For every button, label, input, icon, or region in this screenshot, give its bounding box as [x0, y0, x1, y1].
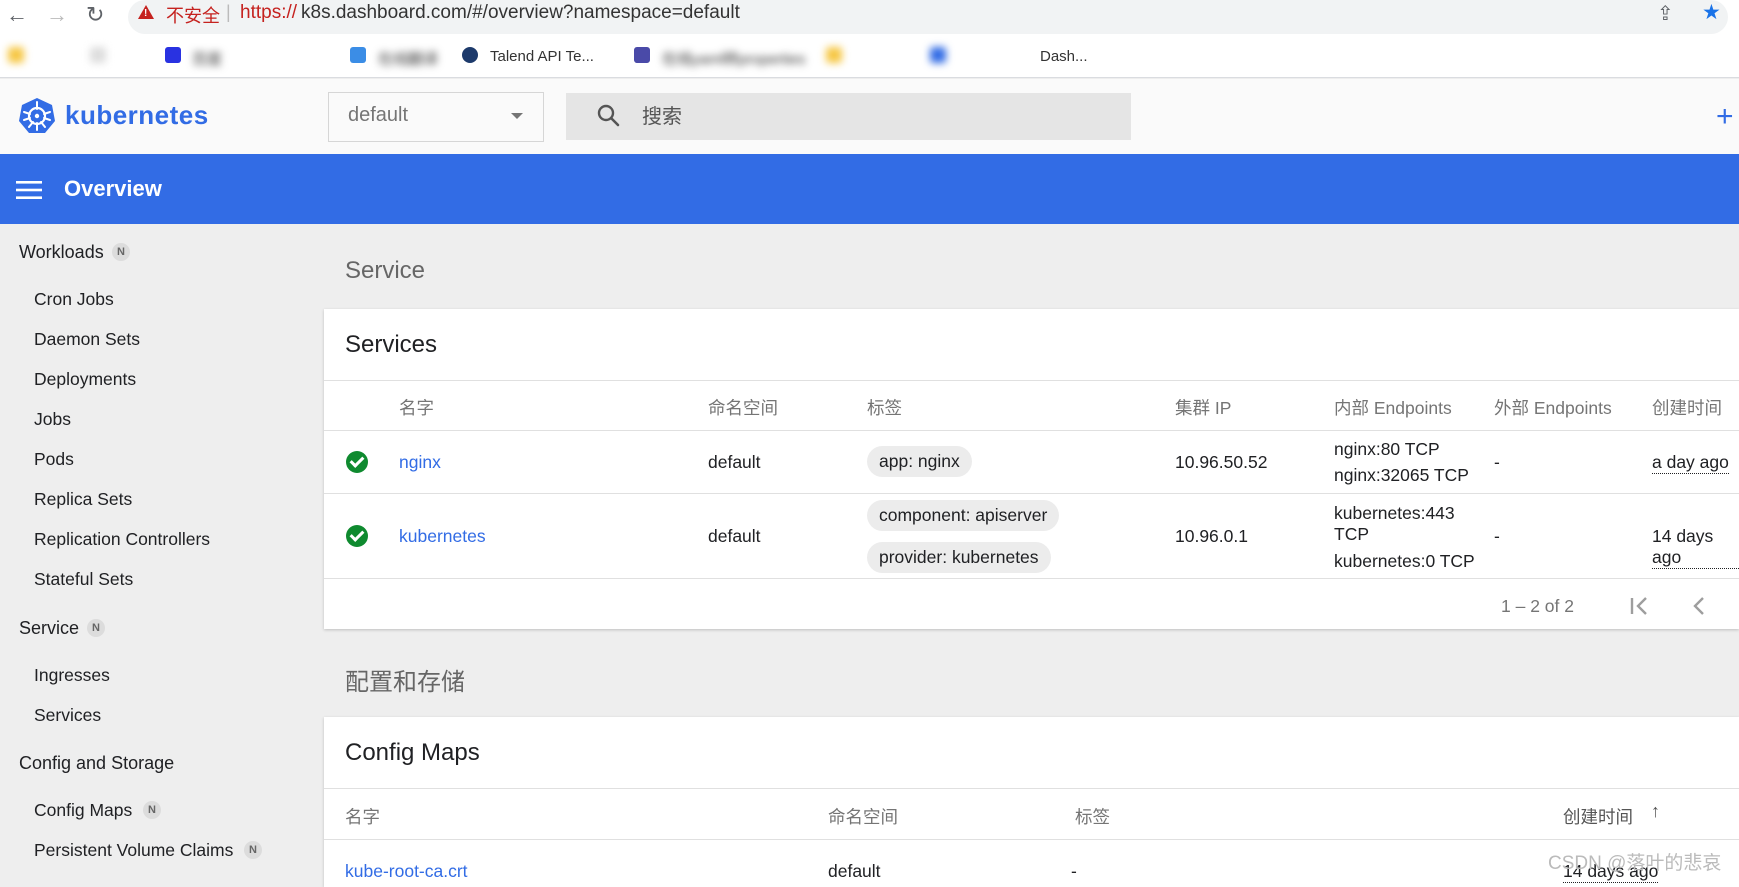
nav-service[interactable]: Service [19, 618, 79, 639]
talend-icon [462, 47, 478, 63]
col-labels: 标签 [867, 398, 902, 418]
internal-endpoint: nginx:80 TCP [1334, 439, 1440, 459]
table-row [324, 840, 1739, 879]
yaml-icon [634, 47, 650, 63]
nav-jobs[interactable]: Jobs [34, 409, 71, 430]
search-icon [597, 104, 620, 127]
col-namespace[interactable]: 命名空间 [828, 804, 898, 829]
sort-arrow-up-icon[interactable]: ↑ [1651, 801, 1660, 822]
nav-persistent-volume-claims[interactable]: Persistent Volume Claims [34, 840, 233, 861]
namespace-value: default [348, 104, 409, 126]
namespaced-badge: N [112, 243, 130, 261]
service-link-nginx[interactable]: nginx [399, 452, 441, 473]
url-scheme[interactable]: https:// [240, 2, 297, 24]
internal-endpoint: kubernetes:0 TCP [1334, 551, 1475, 571]
section-title-service: Service [345, 257, 426, 284]
watermark: CSDN @落叶的悲哀 [1548, 853, 1722, 874]
col-external-endpoints: 外部 Endpoints [1494, 398, 1612, 418]
nav-stateful-sets[interactable]: Stateful Sets [34, 569, 133, 590]
logo-text[interactable]: kubernetes [65, 100, 209, 131]
nav-config-storage[interactable]: Config and Storage [19, 753, 174, 774]
pagination-range: 1 – 2 of 2 [1501, 596, 1574, 616]
service-namespace: default [708, 452, 761, 472]
toolbar [0, 154, 1739, 224]
forward-button[interactable]: → [46, 2, 68, 28]
menu-icon[interactable] [16, 180, 42, 200]
label-chip: provider: kubernetes [867, 542, 1051, 573]
nav-config-maps[interactable]: Config Maps [34, 800, 132, 821]
share-icon[interactable]: ⇪ [1657, 1, 1674, 26]
nav-daemon-sets[interactable]: Daemon Sets [34, 329, 140, 350]
internal-endpoint: kubernetes:443 [1334, 503, 1455, 523]
service-cluster-ip: 10.96.0.1 [1175, 526, 1248, 546]
nav-deployments[interactable]: Deployments [34, 369, 136, 390]
col-namespace[interactable]: 命名空间 [708, 395, 778, 420]
bookmark-yaml[interactable]: 在线yaml转properties [662, 48, 805, 69]
col-created[interactable]: 创建时间 [1563, 804, 1633, 829]
bookmark-talend[interactable]: Talend API Te... [490, 48, 594, 65]
nav-replication-controllers[interactable]: Replication Controllers [34, 529, 210, 550]
bookmark-baidu[interactable]: 百度 [192, 48, 222, 69]
label-chip: component: apiserver [867, 500, 1060, 531]
external-endpoint: - [1494, 526, 1500, 546]
status-ok-icon [346, 525, 368, 547]
prev-page-icon[interactable] [1690, 595, 1708, 617]
namespaced-badge: N [244, 841, 262, 859]
created-time: 14 days ago [1652, 526, 1739, 569]
translate-icon [350, 47, 366, 63]
url-text[interactable]: k8s.dashboard.com/#/overview?namespace=d… [301, 2, 740, 24]
nav-cron-jobs[interactable]: Cron Jobs [34, 289, 114, 310]
bookmark-translate[interactable]: 在线翻译 [378, 48, 438, 69]
bookmark-dash[interactable]: Dash... [1040, 48, 1088, 65]
nav-workloads[interactable]: Workloads [19, 242, 104, 263]
section-title-config: 配置和存储 [345, 669, 465, 696]
col-cluster-ip: 集群 IP [1175, 398, 1232, 418]
namespaced-badge: N [87, 619, 105, 637]
label-chip: app: nginx [867, 446, 972, 477]
nav-services[interactable]: Services [34, 705, 101, 726]
reload-button[interactable]: ↻ [86, 2, 104, 28]
internal-endpoint: nginx:32065 TCP [1334, 465, 1469, 485]
kubernetes-logo-icon[interactable] [18, 97, 56, 135]
status-ok-icon [346, 451, 368, 473]
bookmarks-bar [0, 40, 1739, 78]
first-page-icon[interactable] [1628, 595, 1652, 617]
config-maps-card-title: Config Maps [345, 739, 480, 766]
nav-ingresses[interactable]: Ingresses [34, 665, 110, 686]
service-cluster-ip: 10.96.50.52 [1175, 452, 1268, 472]
col-labels: 标签 [1075, 807, 1110, 827]
table-row [324, 431, 1739, 493]
search-input[interactable] [640, 96, 1124, 138]
external-endpoint: - [1494, 452, 1500, 472]
insecure-label[interactable]: 不安全 [166, 2, 220, 28]
services-card-title: Services [345, 331, 438, 358]
bookmark-star-icon[interactable]: ★ [1702, 0, 1721, 25]
internal-endpoint: TCP [1334, 524, 1369, 544]
nav-replica-sets[interactable]: Replica Sets [34, 489, 132, 510]
created-time: a day ago [1652, 452, 1729, 474]
create-plus-icon[interactable]: + [1716, 100, 1734, 134]
col-name[interactable]: 名字 [399, 395, 434, 420]
caret-down-icon [511, 113, 523, 119]
folder-icon [8, 47, 24, 63]
service-link-kubernetes[interactable]: kubernetes [399, 526, 486, 547]
back-button[interactable]: ← [6, 2, 28, 28]
namespaced-badge: N [143, 801, 161, 819]
col-created[interactable]: 创建时间 [1652, 395, 1722, 420]
nav-pods[interactable]: Pods [34, 449, 74, 470]
baidu-icon [165, 47, 181, 63]
service-namespace: default [708, 526, 761, 546]
page-title: Overview [64, 176, 162, 201]
col-internal-endpoints: 内部 Endpoints [1334, 398, 1452, 418]
col-name[interactable]: 名字 [345, 804, 380, 829]
